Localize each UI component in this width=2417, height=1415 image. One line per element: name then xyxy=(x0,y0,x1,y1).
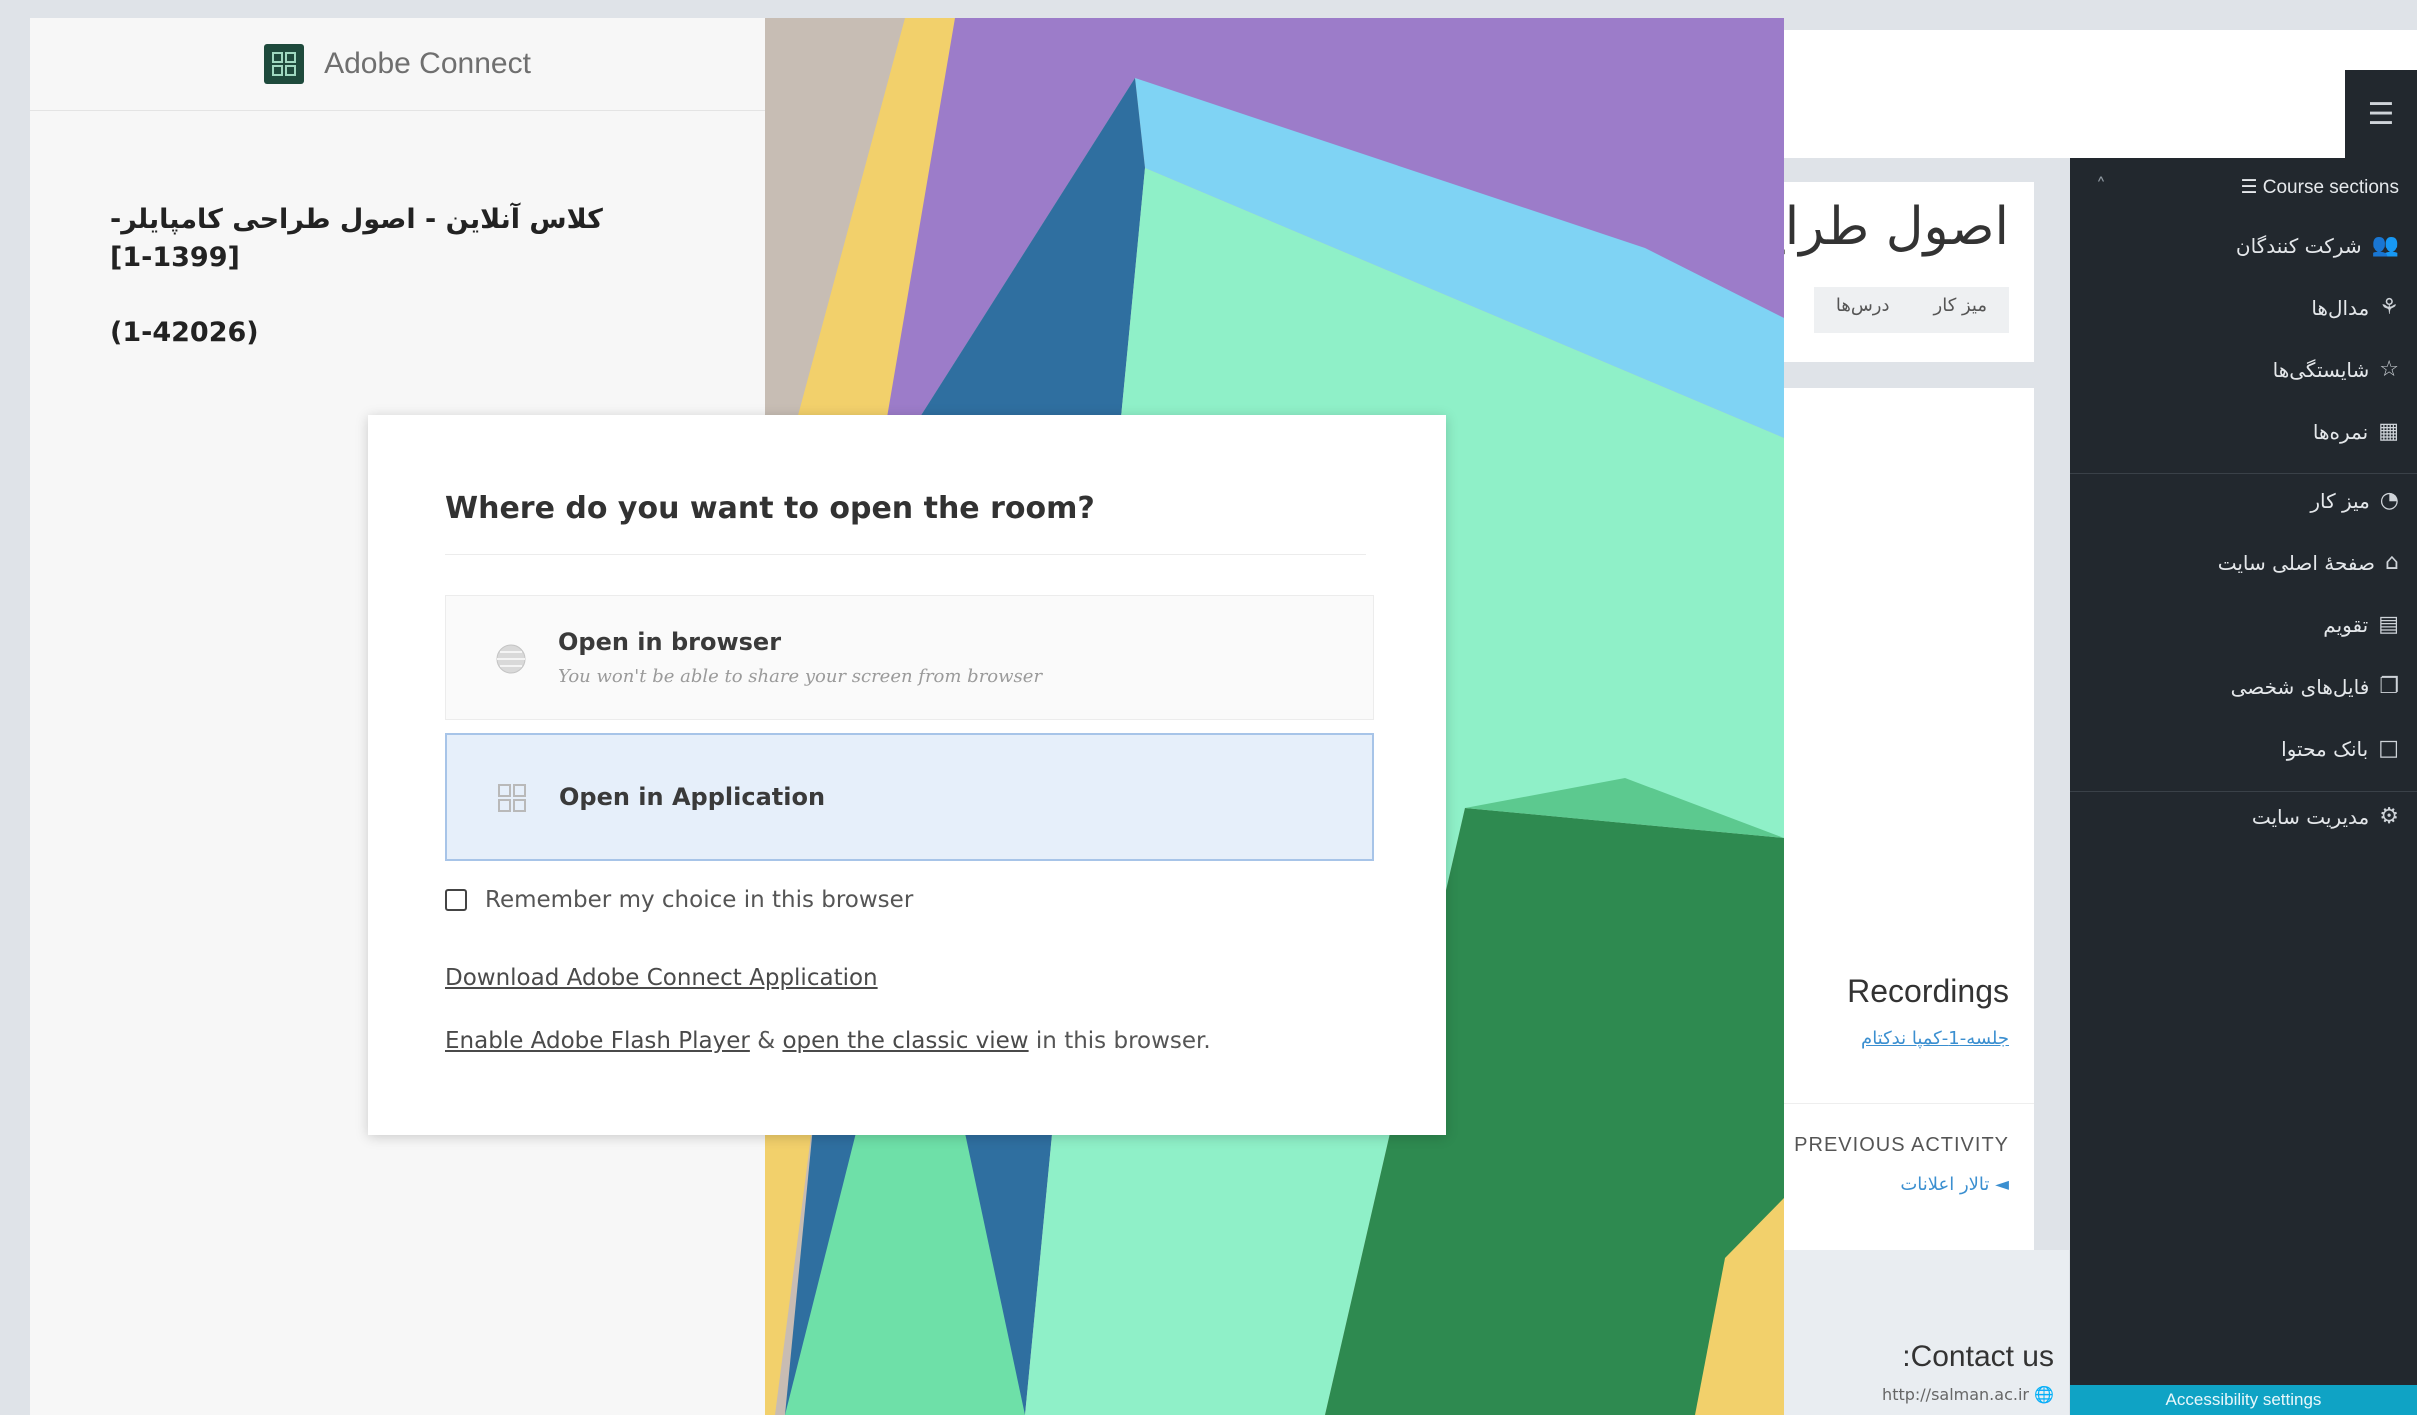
settings-icon: ⚙ xyxy=(2379,804,2399,829)
sidebar-item-participants[interactable]: 👥 شرکت کنندگان xyxy=(2236,233,2399,258)
hamburger-icon: ☰ xyxy=(2367,96,2395,132)
sidebar-item-content-bank[interactable]: □ بانک محتوا xyxy=(2281,736,2399,761)
globe-icon: 🌐 xyxy=(2034,1385,2054,1404)
sidebar-item-dashboard[interactable]: ◔ میز کار xyxy=(2310,488,2399,513)
menu-toggle-button[interactable]: ☰ xyxy=(2345,70,2417,158)
content-bank-icon: □ xyxy=(2378,736,2399,761)
sidebar-item-home[interactable]: ⌂ صفحهٔ اصلی سایت xyxy=(2218,550,2399,575)
open-in-browser-option[interactable]: Open in browser You won't be able to sha… xyxy=(445,595,1374,720)
tab-courses[interactable]: درس‌ها xyxy=(1814,287,1912,333)
flash-joiner: & xyxy=(757,1028,776,1054)
app-name: Adobe Connect xyxy=(324,47,531,80)
sidebar-item-label: فایل‌های شخصی xyxy=(2230,674,2370,699)
moodle-topbar xyxy=(1784,30,2417,158)
adobe-connect-app-icon xyxy=(495,781,529,815)
sidebar-item-label: مدال‌ها xyxy=(2311,295,2370,320)
list-icon: ☰ xyxy=(2240,177,2258,198)
classic-view-link[interactable]: open the classic view xyxy=(782,1028,1028,1054)
moodle-sidebar: ˄ ☰ Course sections 👥 شرکت کنندگان ⚘ مدا… xyxy=(2070,158,2417,1415)
recording-link[interactable]: جلسه-1-کمپا ندکتام xyxy=(1861,1028,2009,1049)
open-in-browser-hint: You won't be able to share your screen f… xyxy=(558,666,1043,687)
course-header-card: اصول طراح میز کار درس‌ها xyxy=(1784,182,2034,362)
course-tabs: میز کار درس‌ها xyxy=(1813,287,2009,333)
course-title: اصول طراح xyxy=(1784,197,2009,257)
sidebar-divider xyxy=(2070,791,2417,792)
sidebar-item-competencies[interactable]: ☆ شایستگی‌ها xyxy=(2273,357,2399,382)
sidebar-item-badges[interactable]: ⚘ مدال‌ها xyxy=(2311,295,2399,320)
contact-url[interactable]: http://salman.ac.ir 🌐 xyxy=(1882,1385,2054,1404)
home-icon: ⌂ xyxy=(2385,550,2399,575)
open-in-application-label: Open in Application xyxy=(559,783,826,811)
remember-choice[interactable]: Remember my choice in this browser xyxy=(445,887,913,913)
globe-icon xyxy=(494,642,528,676)
course-sections-link[interactable]: ☰ Course sections xyxy=(2240,176,2399,199)
previous-activity-link[interactable]: ◄ تالار اعلانات xyxy=(1900,1174,2009,1195)
open-room-dialog: Where do you want to open the room? Open… xyxy=(368,415,1446,1135)
sidebar-item-private-files[interactable]: ❐ فایل‌های شخصی xyxy=(2231,674,2399,699)
download-app-link-text[interactable]: Download Adobe Connect Application xyxy=(445,965,878,991)
dashboard-icon: ◔ xyxy=(2379,488,2399,513)
adobe-connect-logo-icon xyxy=(264,44,305,84)
course-sections-label: Course sections xyxy=(2262,177,2399,198)
recordings-heading: Recordings xyxy=(1847,973,2009,1009)
room-title-name: کلاس آنلاین - اصول طراحی کامپایلر- [1399… xyxy=(110,203,603,273)
room-title-code: (1-42026) xyxy=(110,317,259,349)
previous-activity-label: PREVIOUS ACTIVITY xyxy=(1794,1134,2009,1156)
footer-contact: :Contact us http://salman.ac.ir 🌐 xyxy=(1784,1250,2069,1415)
previous-activity: PREVIOUS ACTIVITY ◄ تالار اعلانات xyxy=(1784,1103,2034,1214)
sidebar-item-label: بانک محتوا xyxy=(2281,736,2369,761)
grades-icon: ▦ xyxy=(2378,419,2399,444)
enable-flash-link[interactable]: Enable Adobe Flash Player xyxy=(445,1028,750,1054)
sidebar-item-site-admin[interactable]: ⚙ مدیریت سایت xyxy=(2252,804,2399,829)
sidebar-item-label: شرکت کنندگان xyxy=(2235,233,2362,258)
accessibility-label: Accessibility settings xyxy=(2165,1390,2322,1409)
accessibility-settings-button[interactable]: Accessibility settings xyxy=(2070,1385,2417,1415)
participants-icon: 👥 xyxy=(2371,233,2399,258)
flash-player-line: Enable Adobe Flash Player & open the cla… xyxy=(445,1028,1211,1054)
flash-suffix: in this browser. xyxy=(1035,1028,1211,1054)
sidebar-divider xyxy=(2070,473,2417,474)
remember-choice-label: Remember my choice in this browser xyxy=(485,887,914,913)
room-title: کلاس آنلاین - اصول طراحی کامپایلر- [1399… xyxy=(110,163,710,352)
remember-choice-checkbox[interactable] xyxy=(445,889,467,911)
contact-heading: :Contact us xyxy=(1902,1340,2054,1373)
download-app-link[interactable]: Download Adobe Connect Application xyxy=(445,965,878,991)
sidebar-item-label: شایستگی‌ها xyxy=(2272,357,2370,382)
tab-dashboard[interactable]: میز کار xyxy=(1912,287,2009,333)
sidebar-item-grades[interactable]: ▦ نمره‌ها xyxy=(2313,419,2399,444)
dialog-title: Where do you want to open the room? xyxy=(445,491,1366,555)
open-in-browser-label: Open in browser xyxy=(558,628,782,656)
ac-header: Adobe Connect xyxy=(30,18,765,111)
sidebar-item-label: نمره‌ها xyxy=(2312,419,2369,444)
sidebar-item-label: مدیریت سایت xyxy=(2251,804,2370,829)
sidebar-item-calendar[interactable]: ▤ تقویم xyxy=(2323,612,2399,637)
sidebar-item-label: صفحهٔ اصلی سایت xyxy=(2217,550,2376,575)
competencies-icon: ☆ xyxy=(2379,357,2399,382)
open-in-application-option[interactable]: Open in Application xyxy=(445,733,1374,861)
sidebar-item-label: تقویم xyxy=(2323,612,2369,637)
files-icon: ❐ xyxy=(2379,674,2399,699)
sidebar-item-label: میز کار xyxy=(2310,488,2370,513)
chevron-up-icon[interactable]: ˄ xyxy=(2096,174,2106,198)
badges-icon: ⚘ xyxy=(2379,295,2399,320)
calendar-icon: ▤ xyxy=(2378,612,2399,637)
contact-url-text: http://salman.ac.ir xyxy=(1882,1385,2029,1404)
